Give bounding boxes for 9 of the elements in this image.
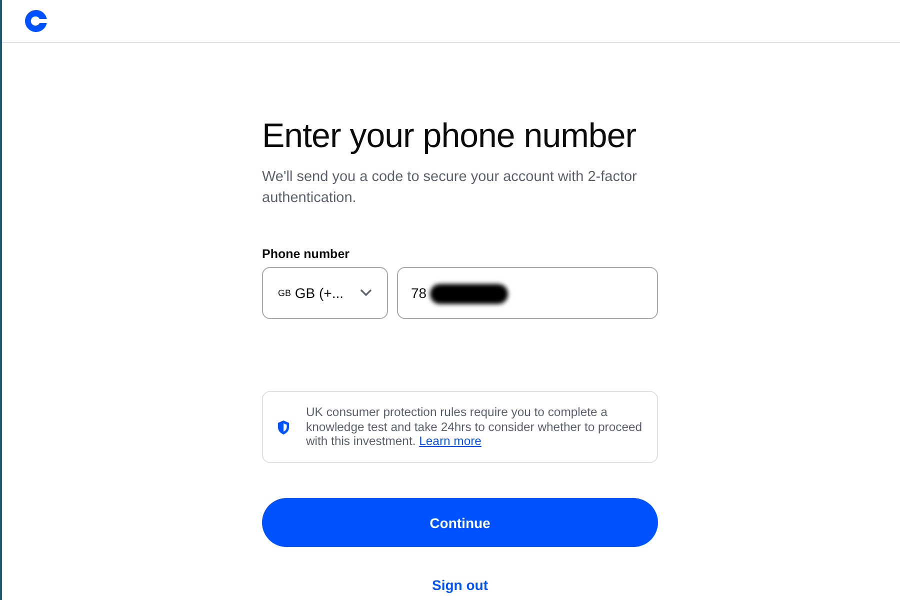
continue-button[interactable]: Continue bbox=[262, 498, 658, 547]
field-label: Phone number bbox=[262, 247, 351, 261]
phone-input[interactable]: 78 bbox=[397, 267, 658, 319]
learn-more-link[interactable]: Learn more bbox=[419, 434, 482, 448]
sign-out-link[interactable]: Sign out bbox=[432, 577, 488, 593]
page-title: Enter your phone number bbox=[262, 116, 638, 157]
notice-text: UK consumer protection rules require you to complete a knowledge test and take 24hrs to consider whether to proceed with this investment. Learn more bbox=[306, 405, 643, 449]
subtitle-text: We'll send you a code to secure your account with 2-factor authentication. bbox=[262, 168, 638, 208]
country-select[interactable]: GB GB (+... bbox=[262, 267, 388, 319]
